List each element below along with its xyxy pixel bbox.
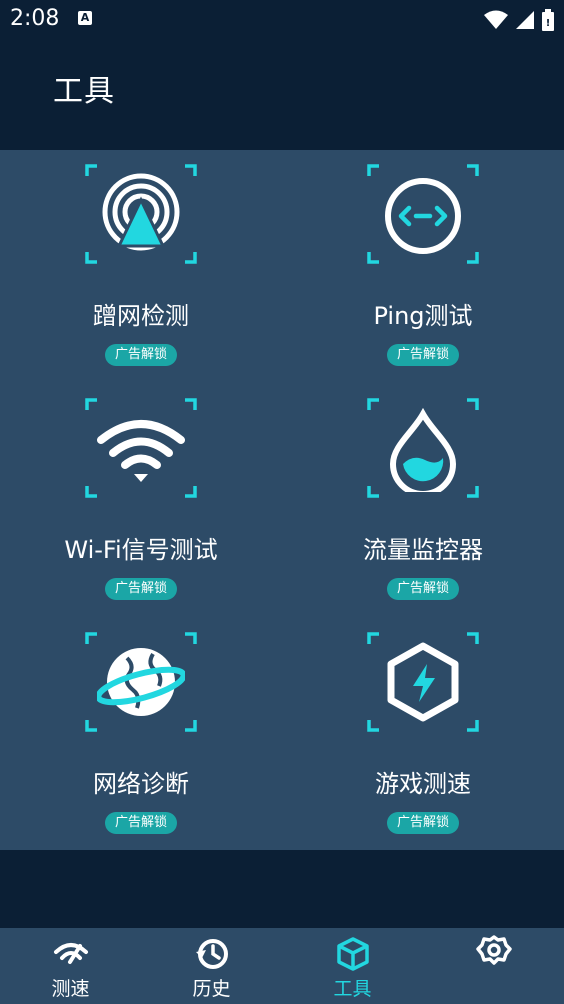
- tools-panel: 蹭网检测 广告解锁 Ping测试 广告解锁 Wi-Fi信号测试 广告解锁 流量监…: [0, 150, 564, 850]
- icon-frame: [367, 398, 479, 498]
- tool-card-traffic-monitor[interactable]: 流量监控器 广告解锁: [282, 384, 564, 618]
- ad-unlock-badge[interactable]: 广告解锁: [105, 344, 177, 366]
- app-notification-icon: A: [78, 11, 92, 25]
- tool-card-game-speed-test[interactable]: 游戏测速 广告解锁: [282, 618, 564, 852]
- nav-label: 工具: [333, 978, 372, 1000]
- lightning-hexagon-icon: [387, 642, 459, 722]
- tool-label: 流量监控器: [363, 536, 483, 564]
- tool-label: Wi-Fi信号测试: [64, 536, 218, 564]
- tool-label: Ping测试: [373, 302, 473, 330]
- icon-frame: [85, 164, 197, 264]
- wifi-status-icon: [484, 10, 508, 29]
- tool-label: 蹭网检测: [93, 302, 189, 330]
- code-circle-icon: [385, 178, 461, 254]
- tool-card-wifi-signal-test[interactable]: Wi-Fi信号测试 广告解锁: [0, 384, 282, 618]
- status-icons: !: [484, 9, 554, 31]
- nav-tab-history[interactable]: 历史: [141, 928, 282, 1004]
- wifi-icon: [97, 420, 185, 482]
- tool-card-wifi-leech-detection[interactable]: 蹭网检测 广告解锁: [0, 150, 282, 384]
- nav-label: 测速: [51, 978, 90, 1000]
- water-drop-icon: [389, 407, 457, 492]
- ad-unlock-badge[interactable]: 广告解锁: [387, 578, 459, 600]
- nav-tab-settings[interactable]: [423, 928, 564, 1004]
- status-bar: 2:08 A !: [0, 0, 564, 38]
- icon-frame: [85, 632, 197, 732]
- tool-label: 网络诊断: [93, 770, 189, 798]
- nav-tab-speed-test[interactable]: 测速: [0, 928, 141, 1004]
- icon-frame: [85, 398, 197, 498]
- page-title: 工具: [53, 74, 115, 109]
- status-time: 2:08: [10, 6, 60, 31]
- icon-frame: [367, 632, 479, 732]
- history-icon: [196, 939, 228, 969]
- nav-tab-tools[interactable]: 工具: [282, 928, 423, 1004]
- speedometer-icon: [54, 943, 88, 964]
- ad-unlock-badge[interactable]: 广告解锁: [105, 812, 177, 834]
- tool-card-ping-test[interactable]: Ping测试 广告解锁: [282, 150, 564, 384]
- cell-signal-icon: [516, 11, 534, 29]
- battery-icon: !: [542, 9, 554, 31]
- icon-frame: [367, 164, 479, 264]
- ad-unlock-badge[interactable]: 广告解锁: [387, 344, 459, 366]
- planet-icon: [97, 648, 185, 716]
- settings-icon: [476, 935, 512, 965]
- ad-unlock-badge[interactable]: 广告解锁: [387, 812, 459, 834]
- svg-text:!: !: [546, 18, 551, 29]
- nav-label: 历史: [192, 978, 231, 1000]
- signal-tower-icon: [102, 173, 180, 251]
- cube-icon: [337, 937, 369, 971]
- tool-card-network-diagnosis[interactable]: 网络诊断 广告解锁: [0, 618, 282, 852]
- tool-label: 游戏测速: [375, 770, 471, 798]
- ad-unlock-badge[interactable]: 广告解锁: [105, 578, 177, 600]
- bottom-nav: 测速 历史 工具: [0, 928, 564, 1004]
